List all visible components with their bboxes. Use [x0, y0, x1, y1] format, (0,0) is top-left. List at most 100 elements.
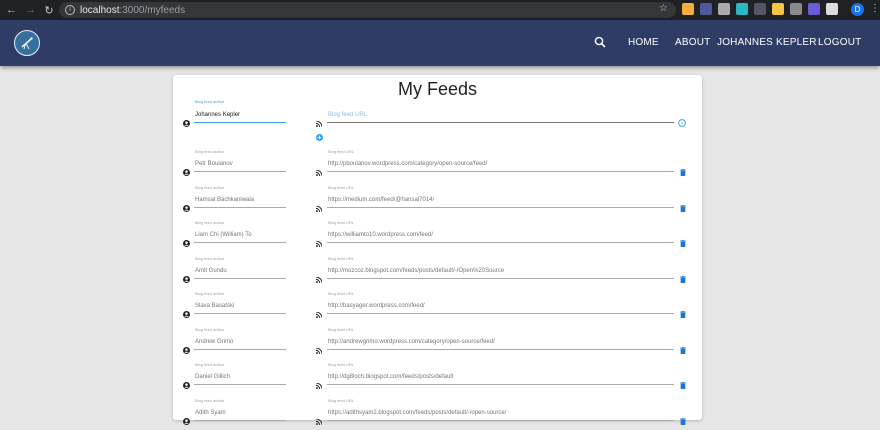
author-field[interactable]: Amit Gundu: [195, 268, 227, 274]
author-underline: [194, 313, 286, 314]
rss-icon: [315, 341, 323, 359]
author-underline: [194, 277, 286, 279]
author-label: Blog feed author: [195, 99, 225, 104]
url-label: Blog feed URL: [328, 220, 355, 225]
extension-icon[interactable]: [808, 3, 820, 15]
rss-icon: [315, 376, 323, 394]
person-icon: [183, 412, 190, 430]
url-label: Blog feed URL: [328, 291, 355, 296]
delete-icon[interactable]: [680, 305, 686, 323]
url-input[interactable]: Blog feed URL: [328, 112, 367, 118]
extension-icon[interactable]: [682, 3, 694, 15]
url-host: localhost: [80, 4, 120, 16]
url-field[interactable]: http://pboulanov.wordpress.com/category/…: [328, 161, 487, 167]
extension-icon[interactable]: [754, 3, 766, 15]
url-field[interactable]: http://andrewgrimo.wordpress.com/categor…: [328, 339, 495, 345]
author-underline: [194, 122, 286, 123]
delete-icon[interactable]: [680, 234, 686, 252]
url-underline: [327, 206, 674, 208]
svg-text:?: ?: [681, 121, 684, 127]
search-icon[interactable]: [594, 35, 606, 53]
author-label: Blog feed author: [195, 149, 225, 154]
author-underline: [194, 384, 286, 385]
extension-icon[interactable]: [700, 3, 712, 15]
person-icon: [183, 163, 190, 181]
url-label: Blog feed URL: [328, 362, 355, 367]
address-bar[interactable]: i localhost:3000/myfeeds ☆: [59, 2, 676, 18]
extension-icon[interactable]: [826, 3, 838, 15]
delete-icon[interactable]: [680, 341, 686, 359]
delete-icon[interactable]: [680, 376, 686, 394]
author-input[interactable]: Johannes Kepler: [195, 112, 240, 118]
author-field[interactable]: Petr Bouianov: [195, 161, 233, 167]
page-title: My Feeds: [397, 79, 478, 99]
rss-icon: [315, 412, 323, 430]
author-label: Blog feed author: [195, 184, 225, 190]
bookmark-star-icon[interactable]: ☆: [659, 3, 668, 14]
author-label: Blog feed author: [195, 255, 225, 261]
delete-icon[interactable]: [680, 270, 686, 288]
delete-icon[interactable]: [680, 412, 686, 430]
app-bar: HOME ABOUT JOHANNES KEPLER LOGOUT: [0, 20, 880, 66]
person-icon: [183, 305, 190, 323]
address-url[interactable]: localhost:3000/myfeeds: [80, 5, 185, 16]
url-field[interactable]: https://adithsyam2.blogspot.com/feeds/po…: [328, 410, 506, 416]
url-underline: [327, 348, 674, 350]
person-icon: [183, 341, 190, 359]
author-label: Blog feed author: [195, 326, 225, 332]
nav-logout[interactable]: LOGOUT: [818, 37, 861, 48]
rss-icon: [315, 305, 323, 323]
nav-about[interactable]: ABOUT: [675, 37, 710, 48]
author-field[interactable]: Hamsal Bachkaniwala: [195, 197, 254, 203]
add-feed-icon[interactable]: [316, 128, 323, 146]
extension-icon[interactable]: [790, 3, 802, 15]
url-field[interactable]: http://basyager.wordpress.com/feed/: [328, 303, 425, 309]
author-label: Blog feed author: [195, 291, 225, 296]
help-icon[interactable]: ?: [678, 114, 686, 132]
url-label: Blog feed URL: [328, 184, 355, 190]
author-underline: [194, 171, 286, 172]
person-icon: [183, 114, 190, 132]
author-underline: [194, 206, 286, 208]
url-field[interactable]: https://williamto10.wordpress.com/feed/: [328, 232, 433, 238]
author-label: Blog feed author: [195, 362, 225, 367]
browser-menu-icon[interactable]: ⋮: [870, 3, 880, 14]
feeds-card: My Feeds Blog feed author Johannes Keple…: [173, 75, 702, 425]
url-underline: [327, 313, 674, 314]
url-label: Blog feed URL: [328, 255, 355, 261]
main-menu: HOME ABOUT JOHANNES KEPLER LOGOUT: [0, 20, 880, 66]
author-label: Blog feed author: [195, 397, 225, 403]
extension-icon[interactable]: [718, 3, 730, 15]
delete-icon[interactable]: [680, 163, 686, 181]
extension-icon[interactable]: [772, 3, 784, 15]
rss-icon: [315, 234, 323, 252]
site-info-icon[interactable]: i: [65, 5, 75, 15]
back-icon[interactable]: ←: [6, 4, 17, 16]
delete-icon[interactable]: [680, 199, 686, 217]
author-field[interactable]: Slava Basatski: [195, 303, 234, 309]
url-underline: [327, 242, 674, 243]
person-icon: [183, 199, 190, 217]
extensions-bar: [682, 3, 838, 15]
url-underline: [327, 384, 674, 385]
author-field[interactable]: Liam Chi (William) To: [195, 232, 252, 238]
person-icon: [183, 270, 190, 288]
url-field[interactable]: https://medium.com/feed/@hansal7014/: [328, 197, 434, 203]
author-label: Blog feed author: [195, 220, 225, 225]
nav-home[interactable]: HOME: [628, 37, 659, 48]
person-icon: [183, 234, 190, 252]
profile-avatar[interactable]: D: [851, 3, 864, 16]
extension-icon[interactable]: [736, 3, 748, 15]
url-field[interactable]: http://mozcoz.blogspot.com/feeds/posts/d…: [328, 268, 504, 274]
author-underline: [194, 348, 286, 350]
forward-icon[interactable]: →: [25, 4, 36, 16]
rss-icon: [315, 163, 323, 181]
author-field[interactable]: Andrew Grimo: [195, 339, 233, 345]
nav-user[interactable]: JOHANNES KEPLER: [717, 37, 817, 48]
url-field[interactable]: http://dg8loch.blogspot.com/feeds/posts/…: [328, 374, 453, 380]
author-field[interactable]: Adith Syam: [195, 410, 226, 416]
author-underline: [194, 242, 286, 243]
url-label: Blog feed URL: [328, 149, 355, 154]
author-field[interactable]: Daniel Gillich: [195, 374, 230, 380]
reload-icon[interactable]: ↻: [44, 4, 54, 17]
